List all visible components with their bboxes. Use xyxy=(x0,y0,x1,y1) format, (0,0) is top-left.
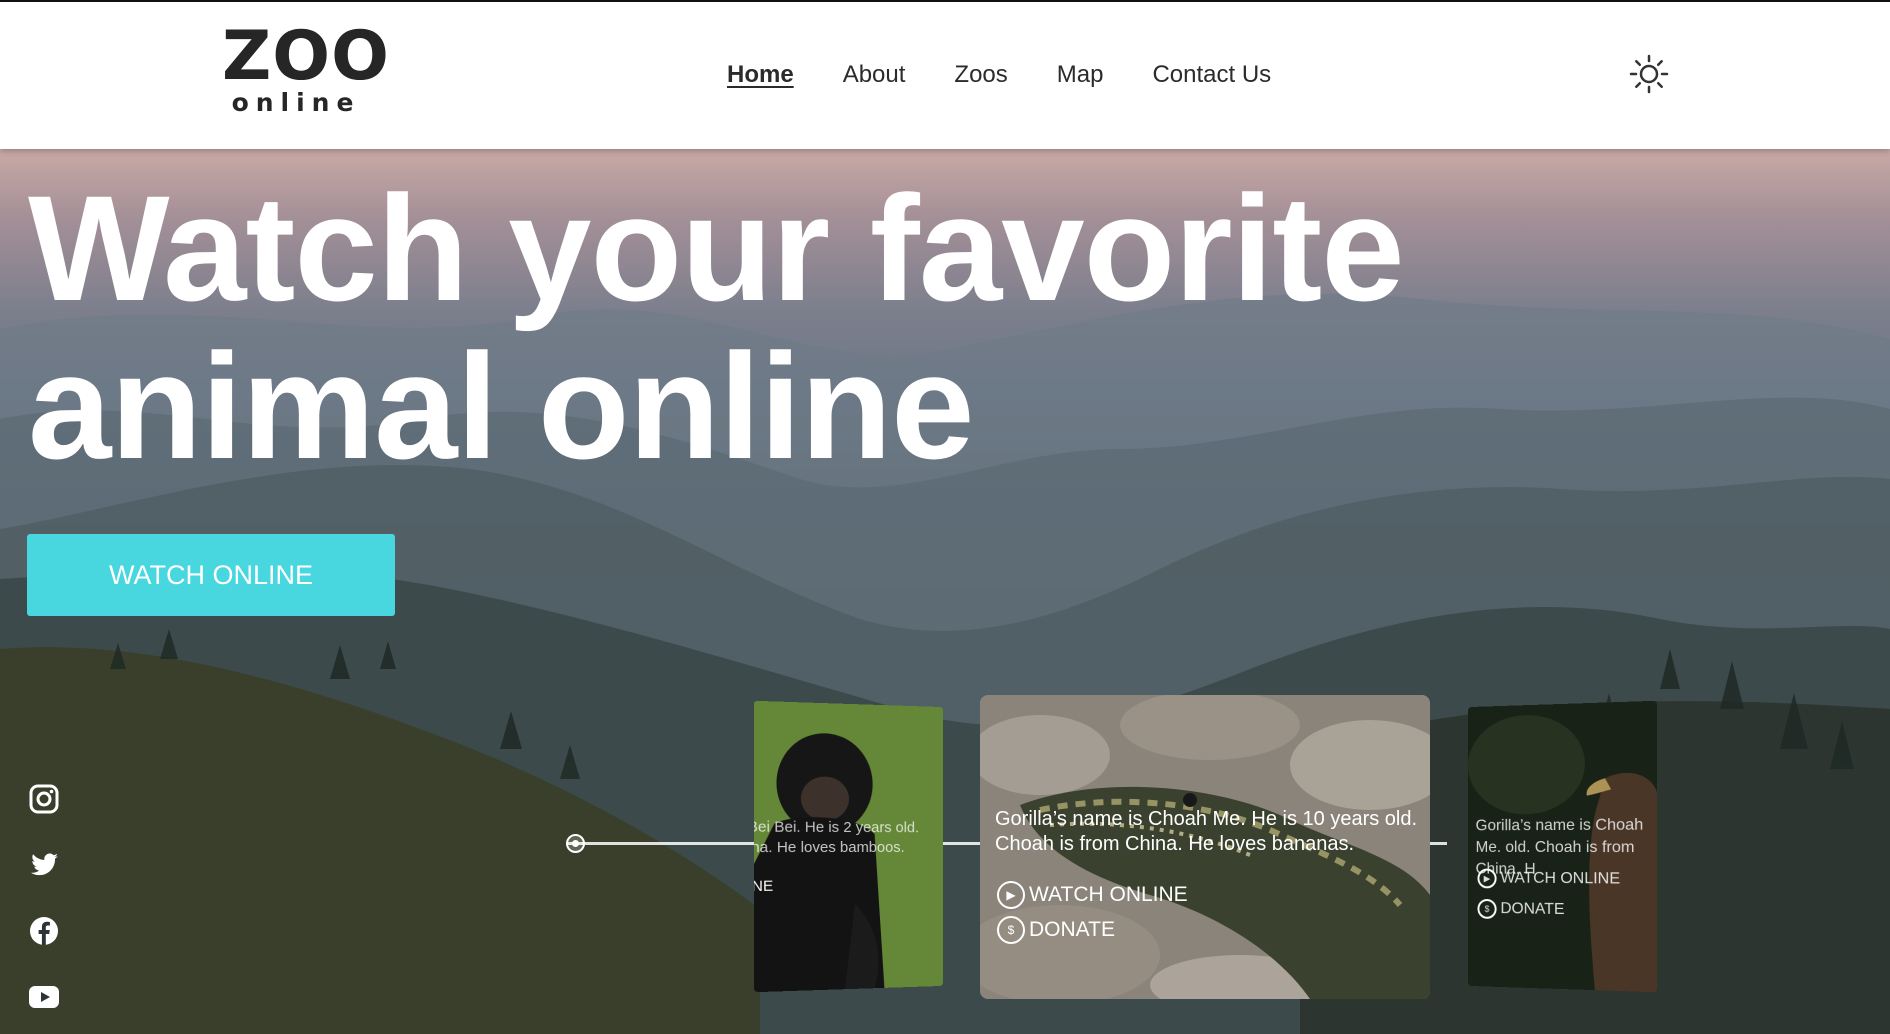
play-icon: ▶ xyxy=(997,881,1025,909)
social-links xyxy=(28,783,60,1013)
site-header: ZOO online Home About Zoos Map Contact U… xyxy=(0,0,1890,149)
card-right-watch-label: WATCH ONLINE xyxy=(1500,869,1621,888)
nav-contact[interactable]: Contact Us xyxy=(1152,60,1271,90)
logo[interactable]: ZOO online xyxy=(222,17,390,117)
animal-card-center[interactable]: Gorilla’s name is Choah Me. He is 10 yea… xyxy=(980,695,1430,999)
dollar-icon: $ xyxy=(997,916,1025,944)
logo-sub-text: online xyxy=(231,88,361,117)
instagram-icon[interactable] xyxy=(28,783,60,815)
play-icon: ▶ xyxy=(1477,868,1497,889)
card-right-donate[interactable]: $ DONATE xyxy=(1477,898,1565,920)
youtube-icon[interactable] xyxy=(28,981,60,1013)
nav-about[interactable]: About xyxy=(843,60,906,90)
animal-card-right[interactable]: Gorilla’s name is Choah Me. old. Choah i… xyxy=(1467,700,1658,993)
card-left-text: Bei Bei. He is 2 years old. ina. He love… xyxy=(753,818,919,857)
watch-online-button[interactable]: WATCH ONLINE xyxy=(27,534,395,616)
logo-main-text: ZOO xyxy=(222,17,390,96)
card-center-watch-online[interactable]: ▶ WATCH ONLINE xyxy=(997,881,1188,909)
card-right-watch-online[interactable]: ▶ WATCH ONLINE xyxy=(1477,868,1621,890)
hero-title: Watch your favorite animal online xyxy=(28,164,1405,490)
nav-home[interactable]: Home xyxy=(727,60,794,90)
card-center-donate-label: DONATE xyxy=(1029,918,1115,941)
twitter-icon[interactable] xyxy=(28,849,60,881)
main-nav: Home About Zoos Map Contact Us xyxy=(727,60,1271,90)
card-left-watch-fragment[interactable]: NE xyxy=(754,878,773,896)
card-center-watch-label: WATCH ONLINE xyxy=(1029,883,1188,906)
sun-icon[interactable] xyxy=(1629,54,1669,94)
hero-section: Watch your favorite animal online WATCH … xyxy=(0,149,1890,1034)
card-right-donate-label: DONATE xyxy=(1500,900,1565,919)
dollar-icon: $ xyxy=(1477,898,1497,919)
facebook-icon[interactable] xyxy=(28,915,60,947)
card-center-text: Gorilla’s name is Choah Me. He is 10 yea… xyxy=(995,808,1418,855)
nav-map[interactable]: Map xyxy=(1057,60,1104,90)
card-center-donate[interactable]: $ DONATE xyxy=(997,916,1115,944)
animal-card-left[interactable]: Bei Bei. He is 2 years old. ina. He love… xyxy=(753,700,944,993)
nav-zoos[interactable]: Zoos xyxy=(954,60,1007,90)
timeline-handle[interactable] xyxy=(566,834,585,853)
